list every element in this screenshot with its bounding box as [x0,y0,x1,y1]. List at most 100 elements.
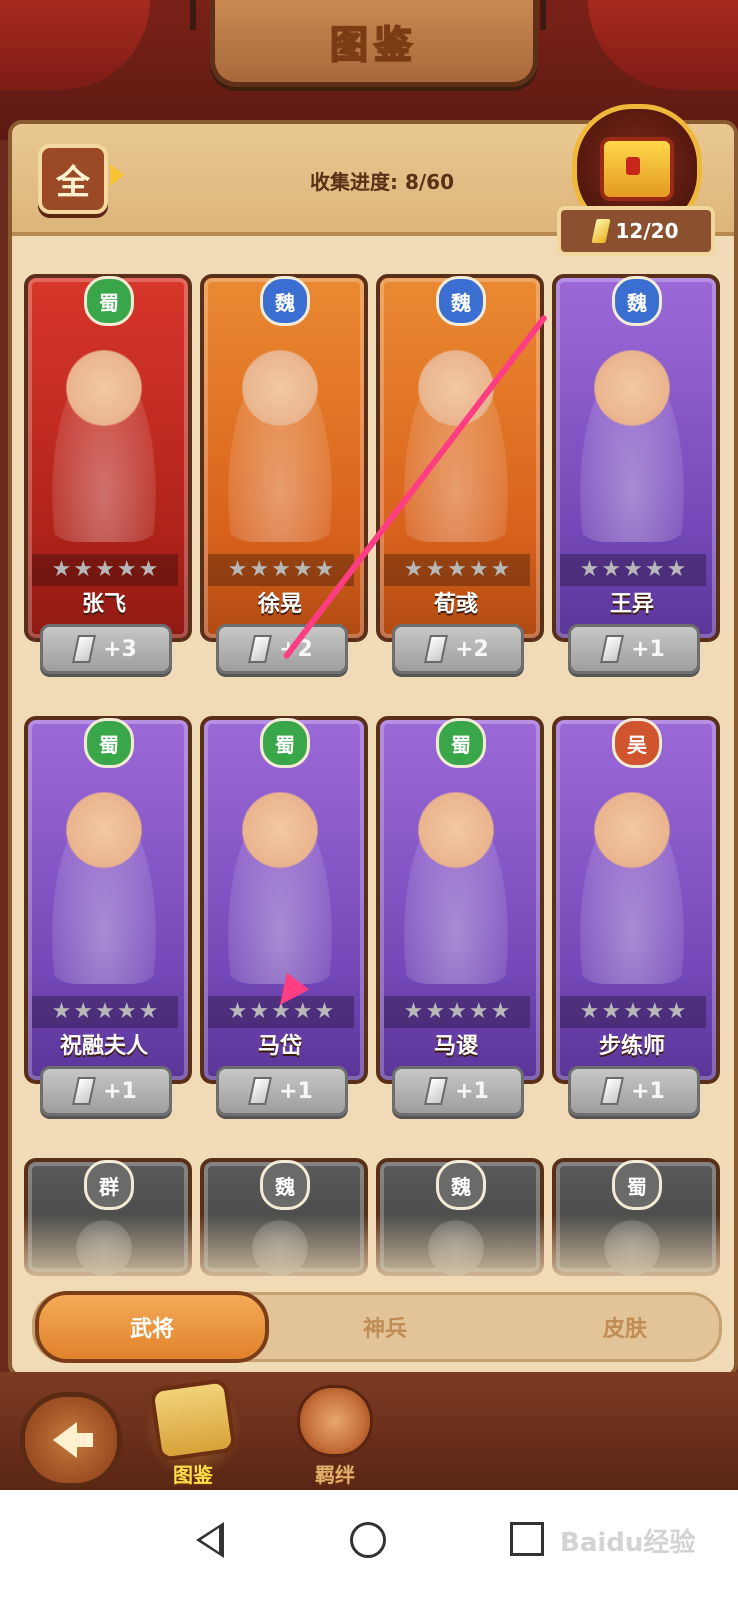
hero-portrait [566,322,698,542]
nav-collection[interactable]: 图鉴 [138,1377,248,1488]
star-icon: ★ [666,557,687,582]
hero-portrait [214,322,346,542]
hero-shard-button[interactable]: +1 [568,624,700,674]
hero-name: 荀彧 [433,592,478,617]
hero-shard-button[interactable]: +2 [392,624,524,674]
star-icon: ★ [73,999,94,1024]
nav-label: 图鉴 [173,1463,213,1487]
hero-card[interactable]: 蜀 ★ ★ ★ ★ ★ 马岱 [200,716,368,1084]
collection-progress: 收集进度: 8/60 [309,170,454,194]
hero-shard-button[interactable]: +3 [40,624,172,674]
system-back-icon[interactable] [196,1522,224,1558]
hero-name: 马岱 [257,1034,302,1059]
star-icon: ★ [116,557,137,582]
hero-card[interactable]: 魏 ★ ★ ★ ★ ★ 王异 [552,274,720,642]
hero-shard-button[interactable]: +1 [568,1066,700,1116]
shard-count: +1 [103,1078,137,1104]
hero-shard-button[interactable]: +1 [392,1066,524,1116]
faction-badge: 魏 [260,276,310,326]
star-icon: ★ [601,557,622,582]
shard-icon [248,635,273,663]
system-home-icon[interactable] [350,1522,386,1558]
star-icon: ★ [95,557,115,582]
star-icon: ★ [623,999,643,1024]
collection-panel: 全 收集进度: 8/60 12/20 蜀 ★ ★ ★ ★ ★ 张飞 魏 ★ ★ ★ ★ ★ 徐晃… [8,104,738,1378]
star-icon: ★ [271,557,291,582]
page-title: 图鉴 [329,22,418,68]
shard-count: +1 [631,636,665,662]
faction-badge: 魏 [260,1160,310,1210]
category-tabs: 武将 神兵 皮肤 [32,1291,725,1363]
faction-badge: 魏 [612,276,662,326]
shard-icon [424,1077,449,1105]
star-icon: ★ [666,999,687,1024]
hero-shard-button[interactable]: +1 [216,1066,348,1116]
star-rating: ★ ★ ★ ★ ★ [560,554,706,586]
star-icon: ★ [490,557,511,582]
tab-heroes[interactable]: 武将 [35,1291,269,1363]
curtain-left [0,0,150,90]
hero-name: 祝融夫人 [59,1034,148,1059]
faction-badge: 蜀 [436,718,486,768]
watermark: Baidu经验 [560,1528,696,1558]
curtain-right [588,0,738,90]
back-button[interactable] [20,1392,122,1488]
hero-name: 张飞 [81,592,126,617]
star-icon: ★ [51,557,72,582]
faction-badge: 蜀 [612,1160,662,1210]
star-rating: ★ ★ ★ ★ ★ [32,996,178,1028]
star-icon: ★ [249,557,270,582]
faction-badge: 蜀 [84,276,134,326]
hero-card[interactable]: 魏 ★ ★ ★ ★ ★ 荀彧 [376,274,544,642]
faction-badge: 魏 [436,276,486,326]
star-icon: ★ [292,557,313,582]
tab-skins[interactable]: 皮肤 [525,1295,725,1359]
nav-label: 羁绊 [315,1463,355,1487]
shard-count: +1 [279,1078,313,1104]
hero-shard-button[interactable]: +1 [40,1066,172,1116]
filter-expand-icon[interactable] [110,164,124,186]
system-recent-apps-icon[interactable] [510,1522,544,1556]
star-icon: ★ [116,999,137,1024]
tab-weapons[interactable]: 神兵 [315,1295,455,1359]
shard-icon [600,1077,625,1105]
hero-card[interactable]: 蜀 ★ ★ ★ ★ ★ 祝融夫人 [24,716,192,1084]
nav-bonds[interactable]: 羁绊 [280,1380,390,1488]
star-icon: ★ [601,999,622,1024]
chest-progress-badge: 12/20 [557,206,715,256]
hero-card[interactable]: 吴 ★ ★ ★ ★ ★ 步练师 [552,716,720,1084]
plaque-rope [540,0,546,30]
faction-filter-button[interactable]: 全 [38,144,108,214]
hero-name: 王异 [609,592,654,617]
star-icon: ★ [227,999,248,1024]
star-rating: ★ ★ ★ ★ ★ [384,554,530,586]
faction-badge: 吴 [612,718,662,768]
shard-icon [600,635,625,663]
bottom-nav: 图鉴 羁绊 [0,1372,738,1490]
star-icon: ★ [51,999,72,1024]
faction-badge: 蜀 [84,718,134,768]
star-icon: ★ [490,999,511,1024]
star-icon: ★ [425,557,446,582]
hero-card[interactable]: 蜀 ★ ★ ★ ★ ★ 马谡 [376,716,544,1084]
star-icon: ★ [579,557,600,582]
shard-icon [248,1077,273,1105]
star-icon: ★ [314,999,335,1024]
shard-icon [590,219,611,243]
chest-count: 12/20 [615,219,679,243]
star-rating: ★ ★ ★ ★ ★ [32,554,178,586]
star-icon: ★ [227,557,248,582]
shard-count: +2 [455,636,489,662]
title-plaque: 图鉴 [210,0,538,87]
star-icon: ★ [579,999,600,1024]
star-icon: ★ [468,557,489,582]
star-icon: ★ [623,557,643,582]
star-rating: ★ ★ ★ ★ ★ [384,996,530,1028]
hero-shard-button[interactable]: +2 [216,624,348,674]
star-icon: ★ [95,999,115,1024]
hero-card[interactable]: 蜀 ★ ★ ★ ★ ★ 张飞 [24,274,192,642]
star-icon: ★ [138,999,159,1024]
system-navigation-bar: Baidu经验 [0,1490,738,1600]
book-icon [149,1377,237,1463]
hero-portrait [38,764,170,984]
